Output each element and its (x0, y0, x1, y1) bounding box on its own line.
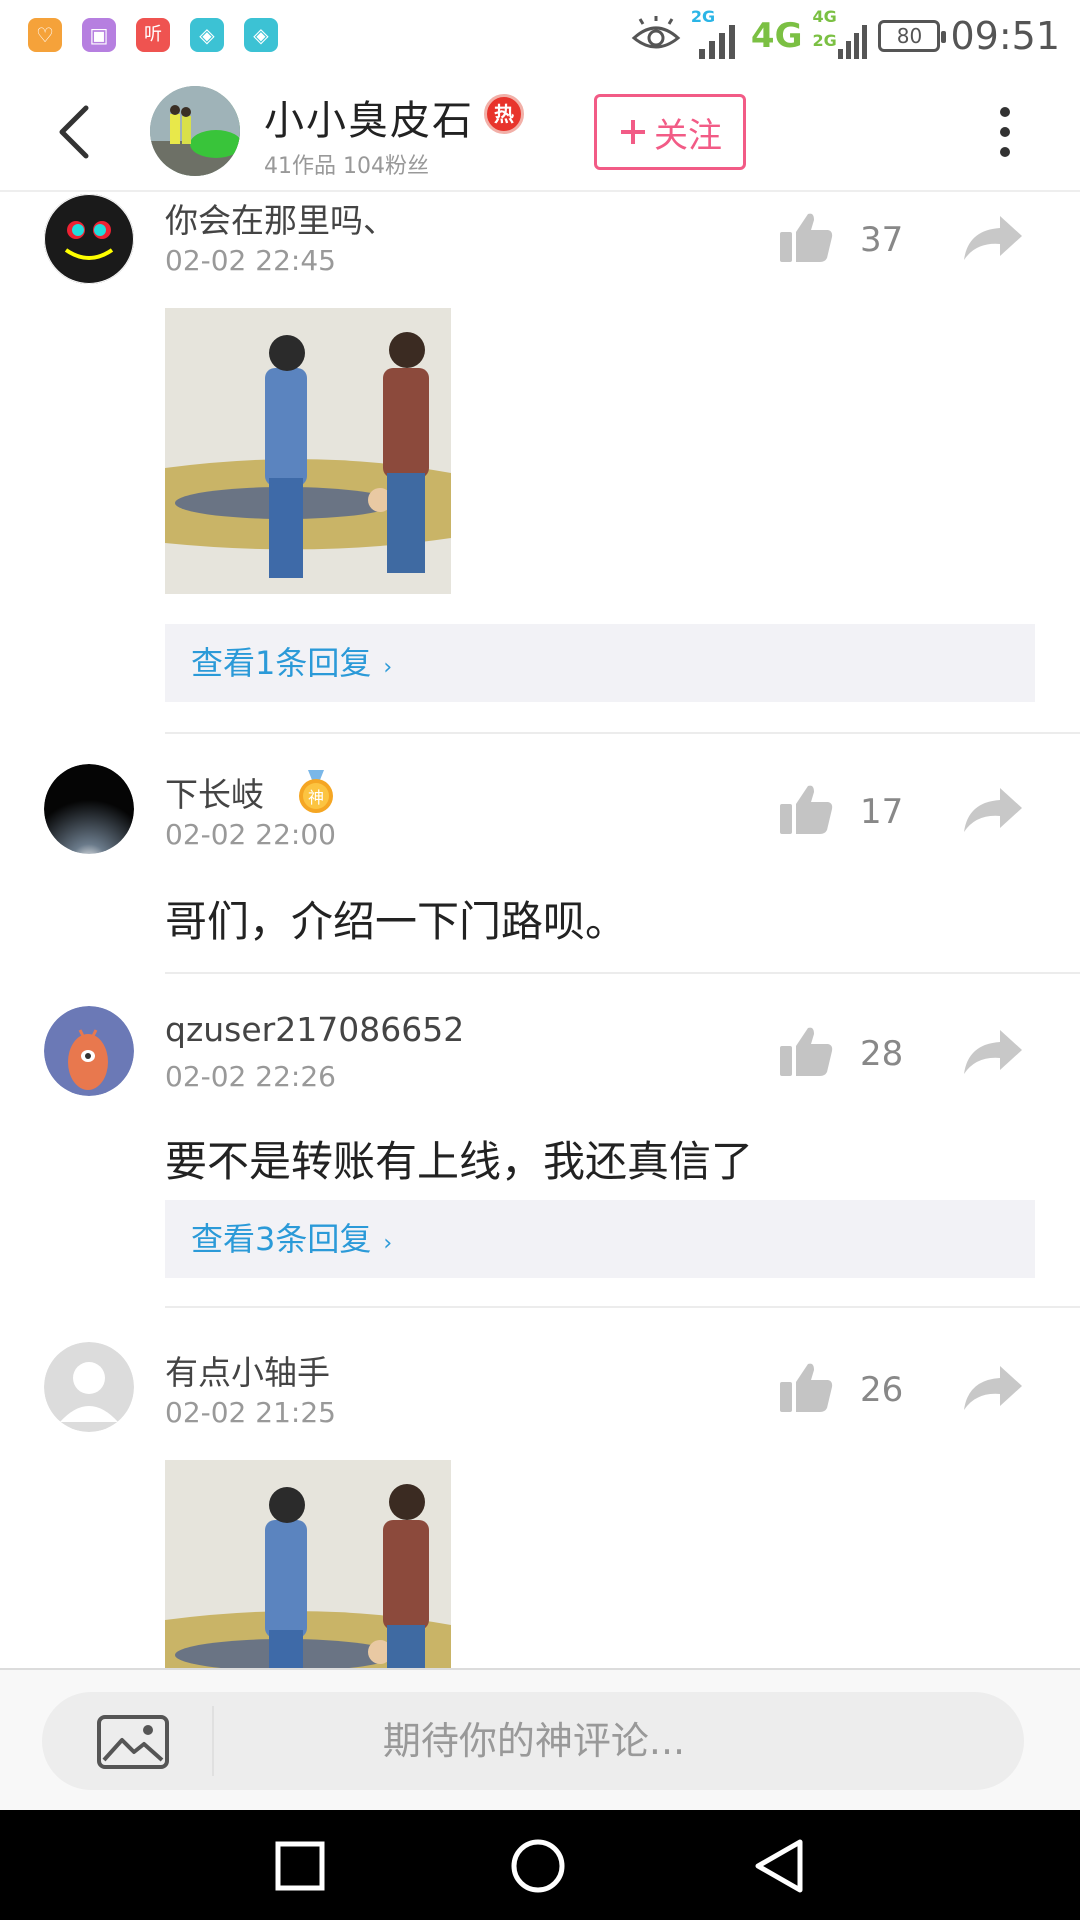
comment-input-bar: 期待你的神评论... (0, 1668, 1080, 1810)
comment-text: 哥们，介绍一下门路呗。 (165, 897, 628, 946)
signal-icon-2: 4G 2G (812, 7, 868, 61)
share-arrow-icon[interactable] (962, 1026, 1024, 1078)
like-count: 37 (860, 220, 904, 260)
like-count: 17 (860, 792, 904, 832)
clock: 09:51 (950, 14, 1060, 58)
divider (165, 972, 1080, 974)
share-arrow-icon[interactable] (962, 212, 1024, 264)
view-replies-link[interactable]: 查看3条回复 › (165, 1200, 1035, 1278)
thumbs-up-icon[interactable] (778, 1360, 834, 1416)
back-arrow-icon[interactable] (50, 102, 100, 162)
status-bar: ♡ ▣ 听 ◈ ◈ 2G 4G 4G 2G 80 09:51 (0, 0, 1080, 72)
gallery-app-icon: ▣ (82, 18, 116, 52)
hot-badge: 热 (484, 94, 524, 134)
commenter-name[interactable]: 你会在那里吗、 (165, 194, 396, 242)
commenter-name[interactable]: 下长岐 (165, 768, 264, 816)
comment-image[interactable] (165, 1460, 451, 1668)
follow-button[interactable]: 关注 (594, 94, 746, 170)
thumbs-up-icon[interactable] (778, 1024, 834, 1080)
back-triangle-icon[interactable] (752, 1838, 808, 1894)
image-picker-icon[interactable] (96, 1714, 170, 1770)
share-arrow-icon[interactable] (962, 784, 1024, 836)
commenter-name[interactable]: qzuser217086652 (165, 1010, 464, 1049)
share-arrow-icon[interactable] (962, 1362, 1024, 1414)
thumbs-up-icon[interactable] (778, 782, 834, 838)
comment-item: 你会在那里吗、 02-02 22:45 37 查看1条回复 › (0, 194, 1080, 734)
shield-app-icon: ◈ (190, 18, 224, 52)
home-icon[interactable] (510, 1838, 566, 1894)
more-menu-icon[interactable] (990, 102, 1020, 162)
commenter-name[interactable]: 有点小轴手 (165, 1346, 330, 1394)
eye-icon (631, 16, 681, 49)
like-count: 26 (860, 1370, 904, 1410)
god-comment-badge: 神 (299, 770, 333, 813)
author-name[interactable]: 小小臭皮石 (264, 88, 474, 146)
commenter-avatar[interactable] (44, 194, 134, 284)
system-nav-bar (0, 1810, 1080, 1920)
listen-app-icon: 听 (136, 18, 170, 52)
comment-text: 要不是转账有上线，我还真信了 (165, 1137, 754, 1186)
comment-image[interactable] (165, 308, 451, 594)
comment-time: 02-02 22:45 (165, 244, 336, 277)
comment-input[interactable]: 期待你的神评论... (42, 1692, 1024, 1790)
commenter-avatar[interactable] (44, 1006, 134, 1096)
comment-time: 02-02 22:26 (165, 1060, 336, 1093)
divider (165, 1306, 1080, 1308)
author-stats: 41作品 104粉丝 (264, 154, 429, 179)
recent-apps-icon[interactable] (272, 1838, 328, 1894)
shield-app-icon: ◈ (244, 18, 278, 52)
battery-indicator: 80 (878, 20, 947, 52)
comment-item: 下长岐 神 02-02 22:00 17 哥们，介绍一下门路呗。 (0, 764, 1080, 974)
svg-text:神: 神 (308, 788, 324, 807)
chevron-right-icon: › (383, 655, 393, 680)
plus-icon (621, 120, 645, 144)
comment-item: 有点小轴手 02-02 21:25 26 (0, 1340, 1080, 1668)
thumbs-up-icon[interactable] (778, 210, 834, 266)
author-avatar[interactable] (150, 86, 240, 176)
chevron-right-icon: › (383, 1231, 393, 1256)
divider (165, 732, 1080, 734)
view-replies-link[interactable]: 查看1条回复 › (165, 624, 1035, 702)
heart-app-icon: ♡ (28, 18, 62, 52)
input-placeholder: 期待你的神评论... (382, 1719, 686, 1763)
comment-time: 02-02 21:25 (165, 1396, 336, 1429)
like-count: 28 (860, 1034, 904, 1074)
signal-icon: 2G (691, 7, 741, 61)
comment-item: qzuser217086652 02-02 22:26 28 要不是转账有上线，… (0, 1004, 1080, 1304)
commenter-avatar[interactable] (44, 1342, 134, 1432)
commenter-avatar[interactable] (44, 764, 134, 854)
follow-label: 关注 (654, 115, 722, 156)
profile-header: 小小臭皮石 热 41作品 104粉丝 关注 (0, 72, 1080, 192)
comment-time: 02-02 22:00 (165, 818, 336, 851)
